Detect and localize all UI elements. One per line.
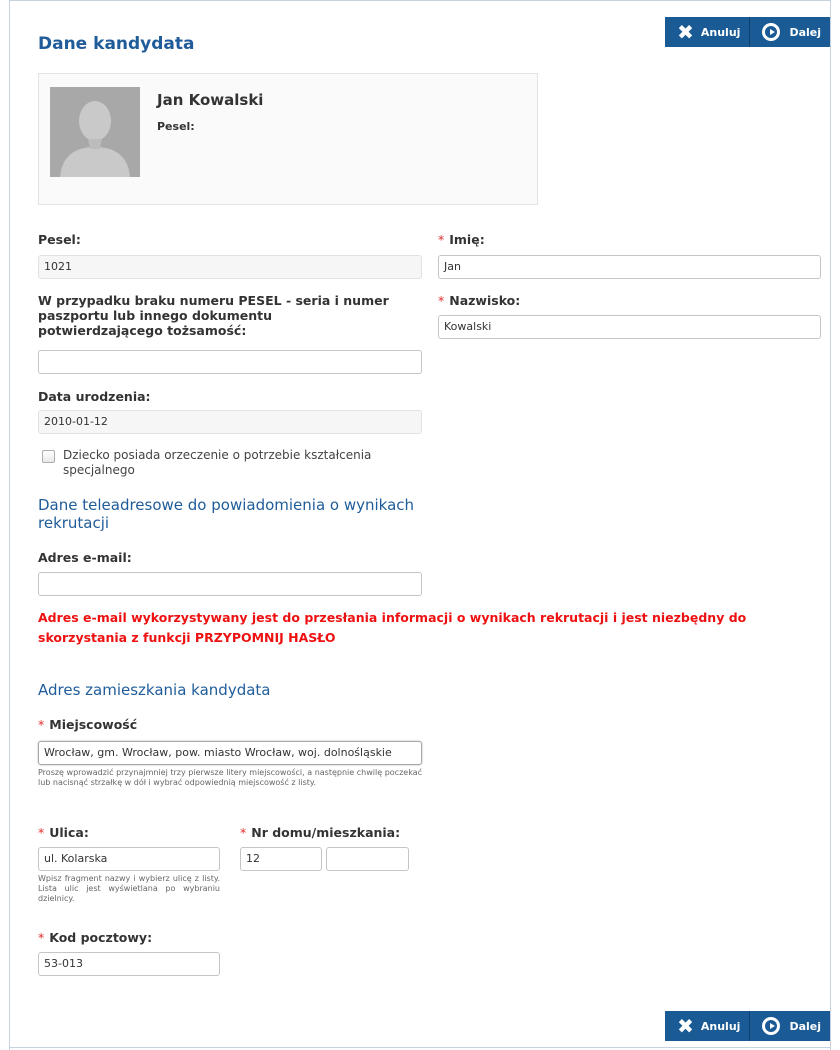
avatar [50, 87, 140, 177]
next-label: Dalej [789, 25, 821, 39]
close-icon: ✖ [677, 1014, 694, 1038]
passport-label: W przypadku braku numeru PESEL - seria i… [38, 293, 389, 338]
street-label-text: Ulica: [49, 825, 89, 840]
bottom-border [9, 1047, 831, 1048]
house-number-field[interactable]: 12 [240, 847, 322, 871]
special-needs-checkbox[interactable] [42, 450, 55, 463]
email-field[interactable] [38, 572, 422, 596]
passport-field[interactable] [38, 350, 422, 374]
contact-section-title: Dane teleadresowe do powiadomienia o wyn… [38, 496, 415, 532]
nazwisko-field[interactable]: Kowalski [438, 315, 821, 339]
next-label: Dalej [789, 1019, 821, 1033]
imie-label-text: Imię: [449, 232, 485, 247]
city-hint: Proszę wprowadzić przynajmniej trzy pier… [38, 768, 422, 787]
pesel-label: Pesel: [38, 232, 81, 247]
imie-field[interactable]: Jan [438, 255, 821, 279]
cancel-button[interactable]: ✖ Anuluj [665, 17, 751, 47]
nazwisko-label-text: Nazwisko: [449, 293, 521, 308]
next-button[interactable]: Dalej [750, 1011, 830, 1041]
required-marker: * [38, 930, 45, 945]
next-button[interactable]: Dalej [750, 17, 830, 47]
required-marker: * [438, 232, 445, 247]
required-marker: * [240, 825, 247, 840]
postal-code-field[interactable]: 53-013 [38, 952, 220, 976]
street-label: * Ulica: [38, 825, 89, 840]
street-hint: Wpisz fragment nazwy i wybierz ulicę z l… [38, 874, 220, 903]
next-circle-icon [762, 23, 781, 41]
flat-number-field[interactable] [326, 847, 409, 871]
house-label-text: Nr domu/mieszkania: [251, 825, 401, 840]
birthdate-field[interactable]: 2010-01-12 [38, 410, 422, 434]
next-circle-icon [762, 1017, 781, 1035]
email-note: Adres e-mail wykorzystywany jest do prze… [38, 610, 747, 645]
pesel-field[interactable]: 1021 [38, 255, 422, 279]
user-silhouette-icon [50, 87, 140, 177]
candidate-name: Jan Kowalski [157, 91, 264, 109]
candidate-card: Jan Kowalski Pesel: [38, 73, 538, 205]
page-title: Dane kandydata [38, 34, 195, 54]
cancel-button[interactable]: ✖ Anuluj [665, 1011, 751, 1041]
special-needs-label[interactable]: Dziecko posiada orzeczenie o potrzebie k… [63, 448, 393, 478]
cancel-label: Anuluj [700, 1019, 741, 1033]
required-marker: * [438, 293, 445, 308]
city-label-text: Miejscowość [49, 717, 138, 732]
bottom-button-bar: ✖ Anuluj Dalej [665, 1011, 830, 1041]
required-marker: * [38, 825, 45, 840]
close-icon: ✖ [677, 20, 694, 44]
house-label: * Nr domu/mieszkania: [240, 825, 400, 840]
city-field[interactable]: Wrocław, gm. Wrocław, pow. miasto Wrocła… [38, 741, 422, 765]
city-label: * Miejscowość [38, 717, 137, 732]
postal-label: * Kod pocztowy: [38, 930, 152, 945]
address-section-title: Adres zamieszkania kandydata [38, 681, 271, 699]
card-pesel-label: Pesel: [157, 120, 195, 133]
top-button-bar: ✖ Anuluj Dalej [665, 17, 830, 47]
nazwisko-label: * Nazwisko: [438, 293, 520, 308]
imie-label: * Imię: [438, 232, 485, 247]
email-label: Adres e-mail: [38, 550, 132, 565]
birthdate-label: Data urodzenia: [38, 389, 151, 404]
cancel-label: Anuluj [700, 25, 741, 39]
street-field[interactable]: ul. Kolarska [38, 847, 220, 871]
required-marker: * [38, 717, 45, 732]
postal-label-text: Kod pocztowy: [49, 930, 153, 945]
